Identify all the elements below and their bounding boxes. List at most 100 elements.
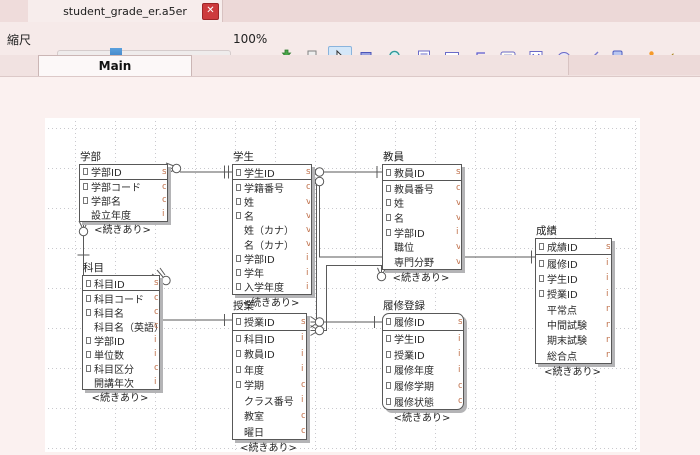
type-fragment: v xyxy=(456,242,460,252)
attribute-row: 姓v xyxy=(383,195,461,210)
not-null-bullet xyxy=(386,398,391,405)
type-fragment: c xyxy=(162,182,166,192)
type-fragment: v xyxy=(456,213,460,223)
type-fragment: n xyxy=(606,320,610,330)
attribute-row: 学部名c xyxy=(80,194,167,208)
type-fragment: i xyxy=(301,395,305,405)
attribute-label: 入学年度 xyxy=(244,280,284,294)
type-fragment: i xyxy=(306,253,310,263)
entity-kamoku[interactable]: 科目IDs科目コードc科目名c科目名（英語）c学部IDi単位数i科目区分c開講年… xyxy=(82,275,160,390)
attribute-row: 科目IDi xyxy=(233,331,306,347)
file-tabbar: student_grade_er.a5er ✕ xyxy=(0,0,700,23)
type-fragment: c xyxy=(154,363,158,373)
attribute-row: 教員IDi xyxy=(233,346,306,362)
attribute-label: 授業ID xyxy=(394,347,425,362)
not-null-bullet xyxy=(236,283,241,290)
attribute-row: 授業IDi xyxy=(383,346,463,362)
type-fragment: c xyxy=(301,411,305,421)
attribute-label: 学部ID xyxy=(394,225,425,240)
type-fragment: s xyxy=(458,317,462,327)
attribute-label: 学期 xyxy=(244,377,264,392)
entity-seiseki[interactable]: 成績IDs履修IDi学生IDi授業IDi平常点n中間試験n期末試験n総合点n xyxy=(535,238,612,364)
attribute-row: 名v xyxy=(233,209,311,223)
tab-main-label: Main xyxy=(99,59,132,73)
attribute-row: 専門分野v xyxy=(383,254,461,269)
not-null-bullet xyxy=(386,185,391,192)
type-fragment: v xyxy=(306,197,310,207)
not-null-bullet xyxy=(236,212,241,219)
attribute-label: 授業ID xyxy=(547,286,578,301)
tab-main[interactable]: Main xyxy=(38,55,192,76)
attribute-row: 科目コードc xyxy=(83,291,159,305)
attribute-row: 教員IDs xyxy=(383,165,461,181)
not-null-bullet xyxy=(83,168,88,175)
type-fragment: c xyxy=(458,396,462,406)
attribute-row: 中間試験 n xyxy=(536,317,611,332)
not-null-bullet xyxy=(236,335,241,342)
attribute-label: 学部コード xyxy=(91,180,141,194)
type-fragment: v xyxy=(456,198,460,208)
attribute-label: 年度 xyxy=(244,362,264,377)
attribute-row: 科目区分 c xyxy=(83,361,159,375)
not-null-bullet xyxy=(386,351,391,358)
attribute-row: 平常点n xyxy=(536,302,611,317)
attribute-row: 学部IDi xyxy=(83,333,159,347)
type-fragment: i xyxy=(154,349,158,359)
attribute-row: 名v xyxy=(383,210,461,225)
not-null-bullet xyxy=(539,275,544,282)
type-fragment: v xyxy=(306,239,310,249)
not-null-bullet xyxy=(386,335,391,342)
attribute-row: 姓v xyxy=(233,194,311,208)
attribute-label: 科目名（英語） xyxy=(94,319,159,333)
attribute-label: 中間試験 xyxy=(547,317,587,332)
attribute-label: 科目区分 xyxy=(94,361,134,375)
close-file-icon[interactable]: ✕ xyxy=(202,3,219,20)
not-null-bullet xyxy=(539,290,544,297)
entity-gakusei[interactable]: 学生IDs学籍番号c姓v名v姓（カナ）v名（カナ）v学部IDi学年i入学年度i xyxy=(232,164,312,295)
file-tab[interactable]: student_grade_er.a5er xyxy=(28,0,223,22)
not-null-bullet xyxy=(83,197,88,204)
entity-gakubu[interactable]: 学部IDs学部コードc学部名c設立年度i xyxy=(79,164,168,222)
not-null-bullet xyxy=(386,366,391,373)
file-tab-title: student_grade_er.a5er xyxy=(63,5,187,18)
scale-label: 縮尺 xyxy=(7,31,31,48)
type-fragment: i xyxy=(154,335,158,345)
type-fragment: c xyxy=(306,182,310,192)
app-window: 学部学部IDs学部コードc学部名c設立年度i<続きあり>学生学生IDs学籍番号c… xyxy=(0,0,700,455)
type-fragment: n xyxy=(606,304,610,314)
attribute-label: 学籍番号 xyxy=(244,180,284,194)
attribute-row: 科目IDs xyxy=(83,276,159,291)
diagram-tabbar: Main xyxy=(0,55,700,77)
type-fragment: s xyxy=(301,317,305,327)
attribute-row: 総合点n xyxy=(536,348,611,363)
attribute-label: 姓 xyxy=(244,194,254,208)
type-fragment: i xyxy=(301,349,305,359)
entity-kyoin[interactable]: 教員IDs教員番号c姓v名v学部IDi職位v専門分野v xyxy=(382,164,462,270)
not-null-bullet xyxy=(86,365,91,372)
attribute-label: 成績ID xyxy=(547,239,578,254)
not-null-bullet xyxy=(386,229,391,236)
attribute-label: 単位数 xyxy=(94,347,124,361)
attribute-row: 入学年度i xyxy=(233,280,311,294)
attribute-label: 科目名 xyxy=(94,305,124,319)
entity-risyu[interactable]: 履修IDs学生IDi授業IDi履修年度i履修学期c履修状態c xyxy=(382,313,464,410)
type-fragment: c xyxy=(458,381,462,391)
not-null-bullet xyxy=(86,295,91,302)
attribute-row: 履修IDi xyxy=(536,255,611,270)
attribute-row: 学期c xyxy=(233,377,306,393)
attribute-row: 学生IDi xyxy=(383,331,463,347)
attribute-label: 科目ID xyxy=(94,276,125,291)
attribute-row: 成績IDs xyxy=(536,239,611,255)
attribute-label: 学部ID xyxy=(91,165,122,179)
toolbar: 縮尺 100% xyxy=(0,22,700,56)
attribute-row: クラス番号i xyxy=(233,393,306,409)
attribute-label: 履修ID xyxy=(394,314,425,329)
attribute-label: 学生ID xyxy=(394,331,425,346)
attribute-label: 名（カナ） xyxy=(244,237,294,251)
type-fragment: i xyxy=(306,268,310,278)
not-null-bullet xyxy=(386,169,391,176)
entity-jugyo[interactable]: 授業IDs科目IDi教員IDi年度i学期cクラス番号i教室c曜日c xyxy=(232,313,307,440)
attribute-label: 履修状態 xyxy=(394,394,434,409)
not-null-bullet xyxy=(236,350,241,357)
type-fragment: c xyxy=(162,195,166,205)
